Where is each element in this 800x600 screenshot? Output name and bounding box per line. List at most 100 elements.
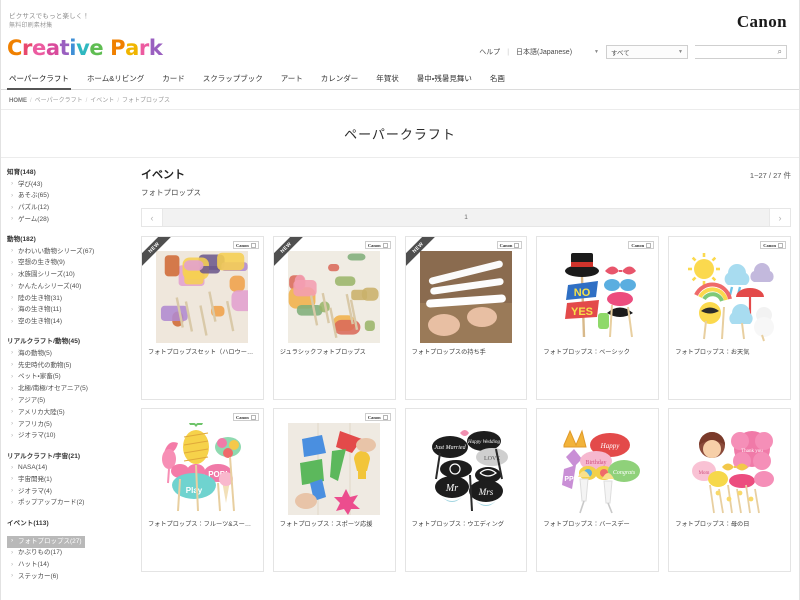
product-title[interactable]: フォトプロップス：お天気 <box>675 349 784 358</box>
search-scope-select[interactable]: すべて ▼ <box>606 45 688 59</box>
nav-item-7[interactable]: 暑中・残暑見舞い <box>417 73 482 89</box>
sidebar-item-3-3[interactable]: ポップアップカード(2) <box>7 498 127 510</box>
product-title[interactable]: フォトプロップス：ウエディング <box>412 521 521 530</box>
language-selector[interactable]: 日本語(Japanese) ▼ <box>516 47 599 57</box>
sidebar-item-4-2[interactable]: ハット(14) <box>7 560 127 572</box>
sidebar-group-heading[interactable]: イベント(113) <box>7 517 127 527</box>
canon-badge: Canon <box>364 241 391 249</box>
product-thumbnail[interactable] <box>288 251 381 343</box>
product-thumbnail[interactable] <box>156 251 249 343</box>
sidebar-item-3-0[interactable]: NASA(14) <box>7 463 127 475</box>
logo-letter: a <box>45 36 60 60</box>
product-title[interactable]: フォトプロップス：母の日 <box>675 521 784 530</box>
sidebar-item-1-4[interactable]: 陸の生き物(31) <box>7 293 127 305</box>
search-icon[interactable]: ⌕ <box>778 47 782 57</box>
sidebar-item-2-7[interactable]: ジオラマ(10) <box>7 431 127 443</box>
product-thumbnail[interactable]: POP! Play <box>156 423 248 515</box>
sidebar-item-0-1[interactable]: あそぶ(65) <box>7 191 127 203</box>
sidebar-group-heading[interactable]: 知育(148) <box>7 166 127 176</box>
sidebar-item-1-0[interactable]: かわいい動物シリーズ(67) <box>7 246 127 258</box>
product-thumbnail[interactable]: Just Married Happy Wedding LOVE Mr Mrs <box>420 423 512 515</box>
breadcrumb-home[interactable]: HOME <box>9 98 27 104</box>
product-thumbnail[interactable] <box>684 251 776 343</box>
chevron-down-icon: ▼ <box>678 49 683 55</box>
canon-brand-logo[interactable]: Canon <box>737 12 787 32</box>
sidebar-item-2-2[interactable]: ペット・家畜(5) <box>7 372 127 384</box>
canon-badge: Canon <box>760 241 786 249</box>
sidebar-item-2-4[interactable]: アジア(5) <box>7 395 127 407</box>
product-card[interactable]: Canon POP! Play フォトプロップス：フルーツ&スー… <box>141 408 264 572</box>
nav-item-6[interactable]: 年賀状 <box>376 73 409 89</box>
nav-item-3[interactable]: スクラップブック <box>203 73 273 89</box>
sidebar-item-1-5[interactable]: 海の生き物(11) <box>7 305 127 317</box>
sidebar-item-4-1[interactable]: かぶりもの(17) <box>7 548 127 560</box>
nav-item-1[interactable]: ホーム&リビング <box>87 73 154 89</box>
product-title[interactable]: フォトプロップスの持ち手 <box>412 349 521 358</box>
product-card[interactable]: Thank you Mom フォトプロップス：母の日 <box>668 408 791 572</box>
svg-text:NO: NO <box>574 287 591 299</box>
svg-text:Play: Play <box>186 486 203 495</box>
product-card[interactable]: Just Married Happy Wedding LOVE Mr Mrs フォトプロッ… <box>404 408 528 572</box>
product-thumbnail[interactable] <box>419 251 512 343</box>
sidebar-item-4-0[interactable]: フォトプロップス(27) <box>7 536 85 548</box>
svg-text:Mrs: Mrs <box>478 487 494 497</box>
product-thumbnail[interactable]: NO YES <box>552 251 644 343</box>
sidebar-group-heading[interactable]: リアルクラフト/宇宙(21) <box>7 450 127 460</box>
product-card[interactable]: NEW Canon ジュラシックフォトプロップス <box>272 236 396 400</box>
nav-item-8[interactable]: 名画 <box>490 73 515 89</box>
product-card[interactable]: Happy Birthday Congrats PP フォトプロップス：バースデー <box>536 408 660 572</box>
primary-nav: ペーパークラフト ホーム&リビング カード スクラップブック アート カレンダー 年賀状 暑中… <box>1 70 799 90</box>
sidebar-item-3-2[interactable]: ジオラマ(4) <box>7 486 127 498</box>
product-card[interactable]: Canon NO YES フォトプロップス：ベーシック <box>536 236 660 400</box>
product-card[interactable]: NEW Canon フォトプロップスセット（ハロウー… <box>141 236 264 400</box>
creative-park-logo[interactable]: Creative Park <box>7 36 163 60</box>
help-link[interactable]: ヘルプ <box>479 47 500 57</box>
page-title: ペーパークラフト <box>344 127 456 142</box>
svg-text:Mr: Mr <box>445 483 458 494</box>
product-thumbnail[interactable]: Thank you Mom <box>684 423 776 515</box>
sidebar-item-2-0[interactable]: 海の動物(5) <box>7 348 127 360</box>
pagination-next-button[interactable]: › <box>770 209 790 226</box>
sidebar-group-heading[interactable]: リアルクラフト/動物(45) <box>7 335 127 345</box>
pagination-current-page[interactable]: 1 <box>162 209 770 226</box>
sidebar-item-2-6[interactable]: アフリカ(5) <box>7 419 127 431</box>
product-title[interactable]: フォトプロップス：ベーシック <box>543 349 652 358</box>
product-title[interactable]: フォトプロップスセット（ハロウー… <box>148 349 257 358</box>
canon-badge-text: Canon <box>763 242 776 248</box>
sidebar-item-0-0[interactable]: 学び(43) <box>7 179 127 191</box>
sidebar-item-1-1[interactable]: 空想の生き物(9) <box>7 258 127 270</box>
product-card[interactable]: Canon フォトプロップス：お天気 <box>668 236 791 400</box>
sidebar-item-3-1[interactable]: 宇宙開発(1) <box>7 474 127 486</box>
pagination-prev-button[interactable]: ‹ <box>142 209 162 226</box>
breadcrumb-item-0[interactable]: ペーパークラフト <box>35 98 83 104</box>
product-title[interactable]: ジュラシックフォトプロップス <box>280 349 389 358</box>
sidebar-item-4-3[interactable]: ステッカー(6) <box>7 571 127 583</box>
canon-badge-text: Canon <box>367 414 381 420</box>
sidebar-item-0-2[interactable]: パズル(12) <box>7 203 127 215</box>
sidebar-group-4: イベント(113) フォトプロップス(27)かぶりもの(17)ハット(14)ステッ… <box>7 517 127 584</box>
svg-text:Happy: Happy <box>599 442 620 450</box>
logo-letter <box>103 36 110 60</box>
product-card[interactable]: NEW Canon フォトプロップスの持ち手 <box>404 236 528 400</box>
search-input-wrap[interactable]: ⌕ <box>695 45 787 59</box>
product-thumbnail[interactable] <box>288 423 381 515</box>
product-title[interactable]: フォトプロップス：バースデー <box>543 521 652 530</box>
breadcrumb-item-1[interactable]: イベント <box>90 98 114 104</box>
product-title[interactable]: フォトプロップス：フルーツ&スー… <box>148 521 257 530</box>
product-thumbnail[interactable]: Happy Birthday Congrats PP <box>552 423 644 515</box>
nav-item-4[interactable]: アート <box>281 73 313 89</box>
sidebar-item-2-3[interactable]: 北極/南極/オセアニア(5) <box>7 384 127 396</box>
sidebar-group-heading[interactable]: 動物(182) <box>7 233 127 243</box>
sidebar-item-2-5[interactable]: アメリカ大陸(5) <box>7 407 127 419</box>
sidebar-item-1-3[interactable]: かんたんシリーズ(40) <box>7 281 127 293</box>
nav-item-5[interactable]: カレンダー <box>321 73 369 89</box>
sidebar-item-0-3[interactable]: ゲーム(28) <box>7 214 127 226</box>
sidebar-item-2-1[interactable]: 先史時代の動物(5) <box>7 360 127 372</box>
product-card[interactable]: Canon フォトプロップス：スポーツ応援 <box>272 408 396 572</box>
product-title[interactable]: フォトプロップス：スポーツ応援 <box>280 521 389 530</box>
nav-item-0[interactable]: ペーパークラフト <box>7 73 79 90</box>
nav-item-2[interactable]: カード <box>162 73 195 89</box>
canon-badge-text: Canon <box>236 242 249 248</box>
sidebar-item-1-6[interactable]: 空の生き物(14) <box>7 317 127 329</box>
sidebar-item-1-2[interactable]: 水族園シリーズ(10) <box>7 270 127 282</box>
